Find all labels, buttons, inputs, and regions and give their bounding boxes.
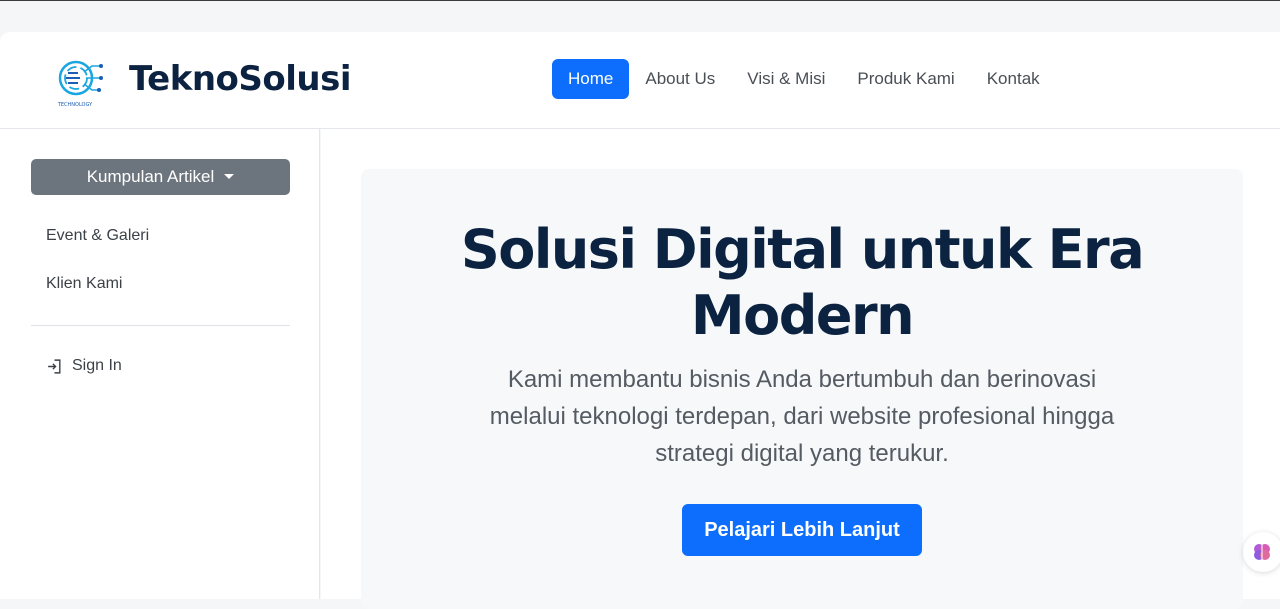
floating-assistant-button[interactable]	[1243, 532, 1280, 572]
site-header: TECHNOLOGY TeknoSolusi Home About Us Vis…	[0, 32, 1280, 129]
sign-in-link[interactable]: Sign In	[46, 355, 122, 377]
main-content: Solusi Digital untuk Era Modern Kami mem…	[321, 129, 1280, 609]
nav-produk-kami[interactable]: Produk Kami	[841, 59, 970, 99]
sidebar-item-event-galeri[interactable]: Event & Galeri	[46, 225, 149, 247]
caret-down-icon	[224, 173, 235, 179]
sidebar-divider	[31, 325, 290, 326]
nav-visi-misi[interactable]: Visi & Misi	[731, 59, 841, 99]
browser-top-strip	[0, 0, 1280, 32]
sidebar-item-klien-kami[interactable]: Klien Kami	[46, 273, 122, 295]
brand-name[interactable]: TeknoSolusi	[129, 56, 352, 102]
brand-logo[interactable]: TECHNOLOGY	[54, 54, 106, 110]
circuit-brain-logo-icon: TECHNOLOGY	[57, 60, 103, 108]
sign-in-label: Sign In	[72, 357, 122, 374]
main-nav: Home About Us Visi & Misi Produk Kami Ko…	[552, 59, 1056, 99]
learn-more-button[interactable]: Pelajari Lebih Lanjut	[682, 504, 922, 556]
dropdown-label: Kumpulan Artikel	[86, 167, 215, 186]
sidebar: Kumpulan Artikel Event & Galeri Klien Ka…	[0, 129, 320, 599]
logo-caption: TECHNOLOGY	[57, 102, 93, 108]
brain-icon	[1254, 544, 1270, 560]
kumpulan-artikel-dropdown[interactable]: Kumpulan Artikel	[31, 159, 290, 195]
hero-section: Solusi Digital untuk Era Modern Kami mem…	[361, 169, 1243, 609]
hero-subtitle: Kami membantu bisnis Anda bertumbuh dan …	[489, 366, 1115, 467]
nav-kontak[interactable]: Kontak	[971, 59, 1056, 99]
sign-in-icon	[48, 358, 61, 374]
nav-about-us[interactable]: About Us	[629, 59, 731, 99]
hero-title: Solusi Digital untuk Era Modern	[460, 218, 1145, 347]
nav-home[interactable]: Home	[552, 59, 630, 99]
